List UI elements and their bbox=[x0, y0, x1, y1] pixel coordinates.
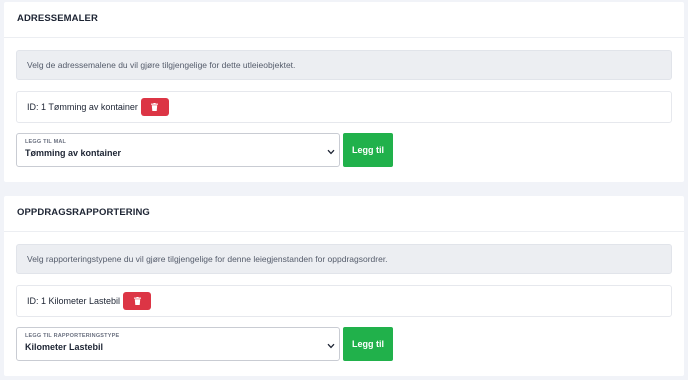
item-label: ID: 1 Kilometer Lastebil bbox=[27, 296, 121, 306]
assignment-reporting-info: Velg rapporteringstypene du vil gjøre ti… bbox=[16, 244, 672, 274]
info-text: Velg rapporteringstypene du vil gjøre ti… bbox=[27, 254, 388, 264]
assignment-reporting-title: OPPDRAGSRAPPORTERING bbox=[4, 196, 684, 232]
chevron-down-icon bbox=[327, 343, 335, 349]
select-value: Tømming av kontainer bbox=[25, 148, 122, 158]
add-template-button[interactable]: Legg til bbox=[343, 133, 393, 167]
select-value: Kilometer Lastebil bbox=[25, 342, 104, 352]
delete-button[interactable] bbox=[140, 98, 169, 116]
chevron-down-icon bbox=[327, 149, 335, 155]
delete-button[interactable] bbox=[123, 292, 152, 310]
select-label: LEGG TIL RAPPORTERINGSTYPE bbox=[25, 333, 120, 339]
trash-icon bbox=[151, 103, 159, 111]
info-text: Velg de adressemalene du vil gjøre tilgj… bbox=[27, 60, 296, 70]
template-select[interactable]: LEGG TIL MAL Tømming av kontainer bbox=[16, 133, 340, 167]
assignment-reporting-card: OPPDRAGSRAPPORTERING Velg rapporteringst… bbox=[4, 196, 684, 376]
reporting-type-select[interactable]: LEGG TIL RAPPORTERINGSTYPE Kilometer Las… bbox=[16, 327, 340, 361]
address-templates-info: Velg de adressemalene du vil gjøre tilgj… bbox=[16, 50, 672, 80]
add-reporting-type-button[interactable]: Legg til bbox=[343, 327, 393, 361]
address-templates-title: ADRESSEMALER bbox=[4, 2, 684, 38]
select-label: LEGG TIL MAL bbox=[25, 139, 67, 145]
address-templates-card: ADRESSEMALER Velg de adressemalene du vi… bbox=[4, 2, 684, 182]
item-label: ID: 1 Tømming av kontainer bbox=[27, 102, 138, 112]
list-item: ID: 1 Tømming av kontainer bbox=[16, 91, 672, 123]
list-item: ID: 1 Kilometer Lastebil bbox=[16, 285, 672, 317]
trash-icon bbox=[133, 297, 141, 305]
